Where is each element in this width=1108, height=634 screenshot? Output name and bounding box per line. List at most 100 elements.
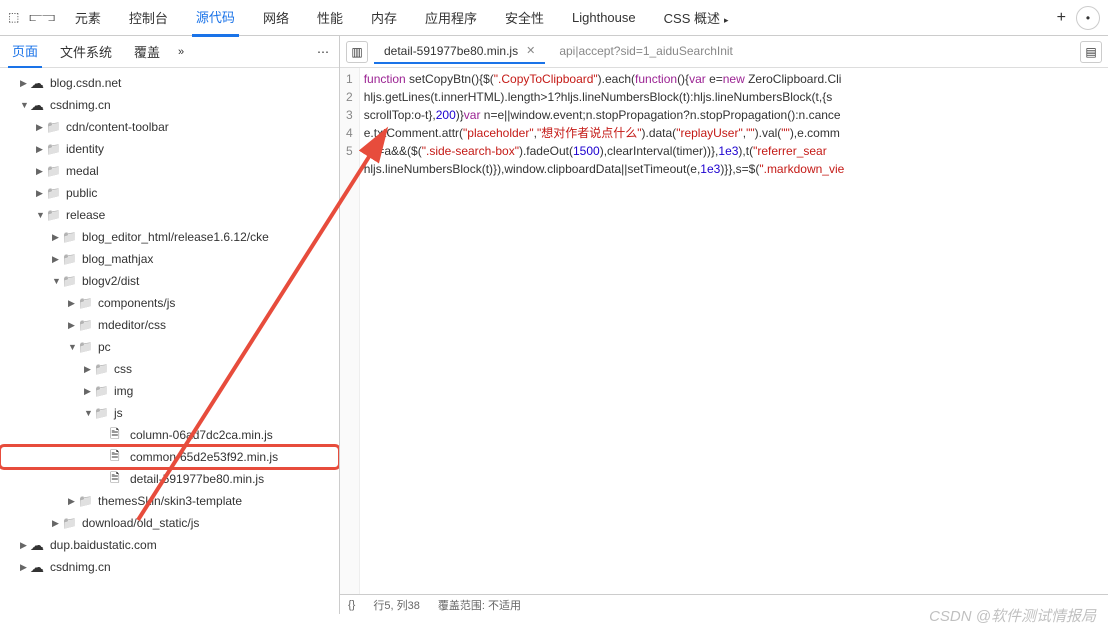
toggle-sidebar-icon[interactable]: ▤ bbox=[1080, 41, 1102, 63]
cloud-icon bbox=[30, 537, 46, 554]
device-icon[interactable]: ⫍⫎ bbox=[29, 10, 55, 25]
file-icon bbox=[110, 469, 126, 490]
tree-label: js bbox=[114, 406, 123, 420]
tree-label: common-65d2e53f92.min.js bbox=[130, 450, 278, 464]
folder-icon bbox=[46, 120, 62, 134]
folder-icon bbox=[46, 142, 62, 156]
top-tab-8[interactable]: Lighthouse bbox=[568, 2, 640, 33]
file-item[interactable]: column-06ad7dc2ca.min.js bbox=[0, 424, 339, 446]
close-icon[interactable]: ✕ bbox=[526, 44, 535, 57]
tree-label: download/old_static/js bbox=[82, 516, 199, 530]
top-tab-9[interactable]: CSS 概述 bbox=[660, 0, 733, 35]
folder-icon bbox=[94, 384, 110, 398]
tree-label: blog_mathjax bbox=[82, 252, 153, 266]
tree-label: column-06ad7dc2ca.min.js bbox=[130, 428, 273, 442]
folder-icon bbox=[46, 186, 62, 200]
file-icon bbox=[110, 425, 126, 446]
folder-item[interactable]: ▼release bbox=[0, 204, 339, 226]
tree-label: public bbox=[66, 186, 97, 200]
tree-label: css bbox=[114, 362, 132, 376]
tree-label: detail-591977be80.min.js bbox=[130, 472, 264, 486]
tree-label: pc bbox=[98, 340, 111, 354]
file-tree[interactable]: ▶blog.csdn.net▼csdnimg.cn▶cdn/content-to… bbox=[0, 68, 339, 614]
folder-item[interactable]: ▶mdeditor/css bbox=[0, 314, 339, 336]
folder-icon bbox=[78, 340, 94, 354]
tree-label: components/js bbox=[98, 296, 175, 310]
folder-icon bbox=[62, 516, 78, 530]
file-item[interactable]: detail-591977be80.min.js bbox=[0, 468, 339, 490]
folder-item[interactable]: ▶themesSkin/skin3-template bbox=[0, 490, 339, 512]
folder-item[interactable]: ▶img bbox=[0, 380, 339, 402]
tab-filesystem[interactable]: 文件系统 bbox=[56, 36, 116, 67]
top-icon-group: ⬚ ⫍⫎ bbox=[8, 10, 55, 25]
more-tabs-icon[interactable]: » bbox=[178, 46, 184, 58]
main-area: 页面 文件系统 覆盖 » ⋯ ▶blog.csdn.net▼csdnimg.cn… bbox=[0, 36, 1108, 614]
editor-tab-1[interactable]: api|accept?sid=1_aiduSearchInit bbox=[549, 40, 743, 64]
top-tab-2[interactable]: 源代码 bbox=[192, 0, 239, 37]
folder-item[interactable]: ▼blogv2/dist bbox=[0, 270, 339, 292]
tree-label: medal bbox=[66, 164, 99, 178]
folder-item[interactable]: ▶blog_editor_html/release1.6.12/cke bbox=[0, 226, 339, 248]
inspect-icon[interactable]: ⬚ bbox=[8, 10, 19, 25]
folder-item[interactable]: ▶blog_mathjax bbox=[0, 248, 339, 270]
folder-icon bbox=[78, 494, 94, 508]
tree-label: blog.csdn.net bbox=[50, 76, 121, 90]
show-navigator-icon[interactable]: ▥ bbox=[346, 41, 368, 63]
tree-label: dup.baidustatic.com bbox=[50, 538, 157, 552]
top-tab-5[interactable]: 内存 bbox=[367, 0, 401, 35]
folder-item[interactable]: ▶download/old_static/js bbox=[0, 512, 339, 534]
folder-icon bbox=[62, 274, 78, 288]
editor-tab-0[interactable]: detail-591977be80.min.js✕ bbox=[374, 40, 545, 64]
folder-item[interactable]: ▼js bbox=[0, 402, 339, 424]
top-tabs: 元素控制台源代码网络性能内存应用程序安全性 Lighthouse CSS 概述 bbox=[71, 0, 1047, 37]
folder-item[interactable]: ▶css bbox=[0, 358, 339, 380]
code-content[interactable]: function setCopyBtn(){$(".CopyToClipboar… bbox=[360, 68, 1108, 594]
status-position: 行5, 列38 bbox=[373, 597, 419, 613]
top-tab-3[interactable]: 网络 bbox=[259, 0, 293, 35]
tree-label: csdnimg.cn bbox=[50, 560, 111, 574]
editor-tab-bar: ▥ detail-591977be80.min.js✕api|accept?si… bbox=[340, 36, 1108, 68]
folder-icon bbox=[46, 208, 62, 222]
top-tab-1[interactable]: 控制台 bbox=[125, 0, 172, 35]
folder-item[interactable]: ▶public bbox=[0, 182, 339, 204]
tree-label: release bbox=[66, 208, 105, 222]
status-coverage: 覆盖范围: 不适用 bbox=[438, 597, 521, 613]
folder-item[interactable]: ▶csdnimg.cn bbox=[0, 556, 339, 578]
folder-item[interactable]: ▶cdn/content-toolbar bbox=[0, 116, 339, 138]
folder-icon bbox=[94, 362, 110, 376]
settings-button[interactable]: • bbox=[1076, 6, 1100, 30]
folder-icon bbox=[78, 318, 94, 332]
folder-item[interactable]: ▶dup.baidustatic.com bbox=[0, 534, 339, 556]
folder-item[interactable]: ▶blog.csdn.net bbox=[0, 72, 339, 94]
navigator-more-icon[interactable]: ⋯ bbox=[317, 45, 331, 59]
editor-tab-list: detail-591977be80.min.js✕api|accept?sid=… bbox=[374, 40, 1074, 64]
code-editor[interactable]: 12345 function setCopyBtn(){$(".CopyToCl… bbox=[340, 68, 1108, 594]
tab-overrides[interactable]: 覆盖 bbox=[130, 36, 164, 67]
file-icon bbox=[110, 447, 126, 468]
top-tab-6[interactable]: 应用程序 bbox=[421, 0, 481, 35]
file-item[interactable]: common-65d2e53f92.min.js bbox=[0, 446, 339, 468]
tree-label: themesSkin/skin3-template bbox=[98, 494, 242, 508]
folder-icon bbox=[62, 230, 78, 244]
folder-item[interactable]: ▼csdnimg.cn bbox=[0, 94, 339, 116]
folder-item[interactable]: ▼pc bbox=[0, 336, 339, 358]
tab-page[interactable]: 页面 bbox=[8, 35, 42, 68]
tree-label: mdeditor/css bbox=[98, 318, 166, 332]
cloud-icon bbox=[30, 97, 46, 114]
add-tab-button[interactable]: + bbox=[1047, 9, 1076, 27]
line-gutter: 12345 bbox=[340, 68, 360, 594]
top-tab-0[interactable]: 元素 bbox=[71, 0, 105, 35]
folder-item[interactable]: ▶identity bbox=[0, 138, 339, 160]
cloud-icon bbox=[30, 559, 46, 576]
folder-icon bbox=[62, 252, 78, 266]
folder-item[interactable]: ▶medal bbox=[0, 160, 339, 182]
folder-item[interactable]: ▶components/js bbox=[0, 292, 339, 314]
status-braces[interactable]: {} bbox=[348, 599, 355, 611]
top-tab-7[interactable]: 安全性 bbox=[501, 0, 548, 35]
top-tab-4[interactable]: 性能 bbox=[313, 0, 347, 35]
devtools-top-bar: ⬚ ⫍⫎ 元素控制台源代码网络性能内存应用程序安全性 Lighthouse CSS … bbox=[0, 0, 1108, 36]
folder-icon bbox=[46, 164, 62, 178]
tree-label: cdn/content-toolbar bbox=[66, 120, 169, 134]
cloud-icon bbox=[30, 75, 46, 92]
editor-pane: ▥ detail-591977be80.min.js✕api|accept?si… bbox=[340, 36, 1108, 614]
